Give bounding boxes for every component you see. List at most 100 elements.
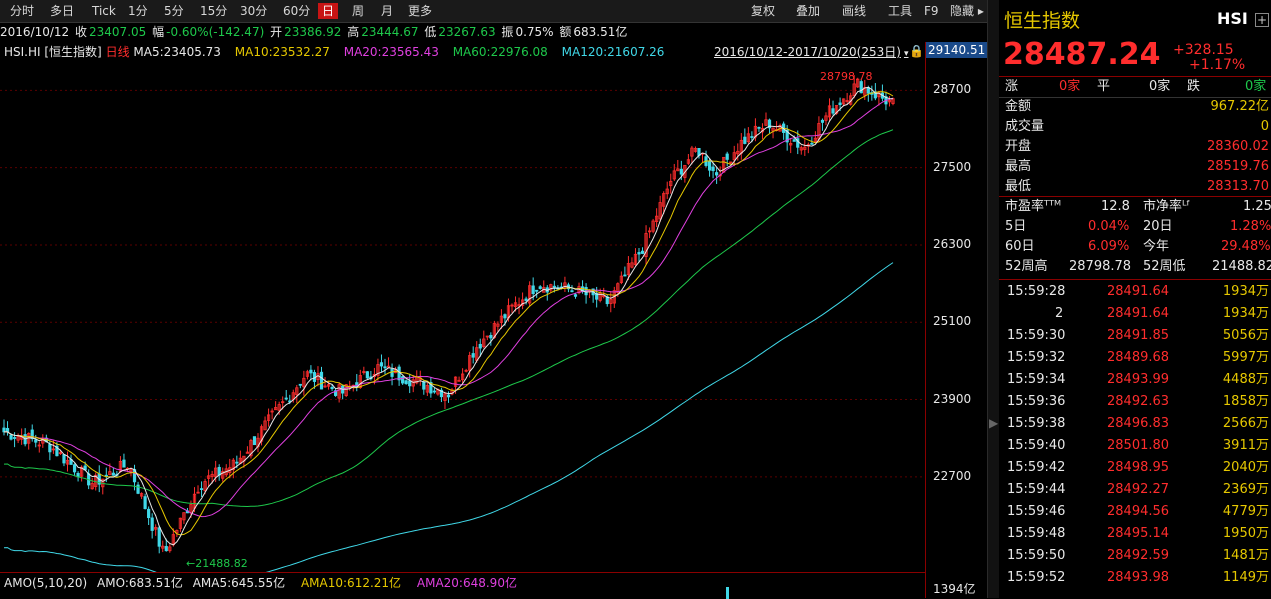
- period-tab-7[interactable]: 60分: [279, 3, 314, 19]
- tick-volume: 5997万: [1222, 350, 1269, 365]
- tool-button-1[interactable]: 叠加: [792, 3, 824, 19]
- candle-body: [72, 464, 77, 473]
- candle-body: [386, 365, 391, 368]
- tick-volume: 4779万: [1222, 504, 1269, 519]
- tick-time: 15:59:30: [1007, 328, 1066, 343]
- tick-row: 15:59:30 28491.85 5056万: [999, 325, 1271, 347]
- period-tab-4[interactable]: 5分: [160, 3, 188, 19]
- period-tab-11[interactable]: 更多: [404, 3, 436, 19]
- tick-time: 15:59:34: [1007, 372, 1066, 387]
- info-amp-label: 振: [501, 25, 514, 39]
- candle-body: [640, 250, 645, 254]
- tick-time: 15:59:32: [1007, 350, 1066, 365]
- quote-name: 恒生指数: [1004, 10, 1081, 32]
- tick-price: 28491.64: [1107, 306, 1170, 321]
- candle-body: [637, 252, 641, 255]
- candle-body: [62, 454, 66, 464]
- stat-value: 0: [1260, 119, 1269, 134]
- legend-symbol: HSI.HI [恒生指数]: [4, 45, 102, 59]
- period-tab-0[interactable]: 分时: [6, 3, 38, 19]
- stat-label: 开盘: [1005, 139, 1032, 154]
- info-amount-label: 额: [559, 25, 572, 39]
- date-range-selector[interactable]: 2016/10/12-2017/10/20(253日) ▾: [714, 44, 908, 60]
- collapse-arrow-icon[interactable]: ▶: [989, 416, 998, 430]
- tick-price: 28492.27: [1107, 482, 1170, 497]
- info-high-label: 高: [347, 25, 360, 39]
- quote-price: 28487.24: [1003, 37, 1161, 72]
- tick-volume: 1950万: [1222, 526, 1269, 541]
- d60-value: 6.09%: [1088, 239, 1130, 254]
- tick-volume: 3911万: [1222, 438, 1269, 453]
- period-tab-10[interactable]: 月: [377, 3, 397, 19]
- tick-volume: 5056万: [1222, 328, 1269, 343]
- period-tab-5[interactable]: 15分: [196, 3, 231, 19]
- candle-body: [838, 102, 842, 106]
- quote-code: HSI: [1217, 9, 1248, 28]
- tick-time: 15:59:36: [1007, 394, 1066, 409]
- stat-label: 金额: [1005, 99, 1032, 114]
- tool-button-3[interactable]: 工具: [884, 3, 916, 19]
- candle-body: [12, 437, 17, 439]
- candle-body: [489, 335, 493, 339]
- period-tab-2[interactable]: Tick: [88, 3, 120, 19]
- quote-change-pct: +1.17%: [1189, 57, 1246, 73]
- legend-ma120: MA120:21607.26: [561, 45, 665, 59]
- lock-icon[interactable]: 🔒: [909, 44, 924, 58]
- tool-button-4[interactable]: F9: [920, 3, 943, 19]
- axis-top-value: 29140.51: [925, 42, 987, 58]
- candle-body: [235, 461, 239, 464]
- period-tab-6[interactable]: 30分: [236, 3, 271, 19]
- tool-button-5[interactable]: 隐藏 ▸: [946, 3, 988, 19]
- tick-price: 28491.64: [1107, 284, 1170, 299]
- candlestick-chart[interactable]: 28798.78 ←21488.82: [0, 42, 925, 572]
- info-close: 23407.05: [89, 25, 147, 39]
- candle-body: [284, 397, 288, 400]
- tool-button-0[interactable]: 复权: [747, 3, 779, 19]
- volume-axis-tick: 1394亿: [933, 582, 976, 596]
- candle-body: [111, 472, 115, 476]
- candle-body: [707, 161, 712, 171]
- w52l-value: 21488.82: [1212, 259, 1271, 274]
- stat-label: 成交量: [1005, 119, 1045, 134]
- tick-volume: 2369万: [1222, 482, 1269, 497]
- stat-value: 967.22亿: [1210, 99, 1270, 114]
- info-amount: 683.51亿: [573, 25, 628, 39]
- tick-row: 15:59:32 28489.68 5997万: [999, 347, 1271, 369]
- candle-body: [757, 126, 761, 129]
- date-range-text: 2016/10/12-2017/10/20(253日): [714, 45, 901, 59]
- dropdown-icon: ▾: [903, 49, 909, 59]
- up-value: 0家: [1059, 79, 1081, 94]
- amo-value: AMO:683.51亿: [97, 576, 183, 590]
- period-tab-1[interactable]: 多日: [46, 3, 78, 19]
- tick-row: 15:59:40 28501.80 3911万: [999, 435, 1271, 457]
- tick-price: 28493.98: [1107, 570, 1170, 585]
- candle-body: [792, 139, 796, 142]
- legend-ma20: MA20:23565.43: [343, 45, 439, 59]
- add-watchlist-icon[interactable]: +: [1255, 13, 1269, 27]
- stat-label: 最低: [1005, 179, 1032, 194]
- period-tab-9[interactable]: 周: [348, 3, 368, 19]
- stat-label: 最高: [1005, 159, 1032, 174]
- candle-body: [408, 380, 412, 387]
- pb-value: 1.25: [1243, 199, 1271, 214]
- axis-tick: 27500: [933, 159, 972, 174]
- stat-value: 28360.02: [1206, 139, 1269, 154]
- amo-label: AMO(5,10,20): [4, 576, 88, 590]
- w52h-value: 28798.78: [1069, 259, 1132, 274]
- info-amp: 0.75%: [515, 25, 554, 39]
- tick-row: 15:59:44 28492.27 2369万: [999, 479, 1271, 501]
- d5-row: 5日 0.04% 20日 1.28%: [999, 217, 1271, 237]
- up-label: 涨: [1005, 79, 1019, 94]
- tool-button-2[interactable]: 画线: [838, 3, 870, 19]
- info-low-label: 低: [424, 25, 437, 39]
- period-tab-3[interactable]: 1分: [124, 3, 152, 19]
- period-tab-8[interactable]: 日: [318, 3, 339, 19]
- candle-body: [538, 286, 542, 289]
- tick-volume: 4488万: [1222, 372, 1269, 387]
- tick-price: 28492.59: [1107, 548, 1170, 563]
- tick-row: 15:59:28 28491.64 1934万: [999, 281, 1271, 303]
- d5-label: 5日: [1005, 219, 1027, 234]
- tick-time: 15:59:28: [1007, 284, 1066, 299]
- candle-body: [831, 108, 835, 114]
- stat-row: 金额 967.22亿: [999, 97, 1271, 117]
